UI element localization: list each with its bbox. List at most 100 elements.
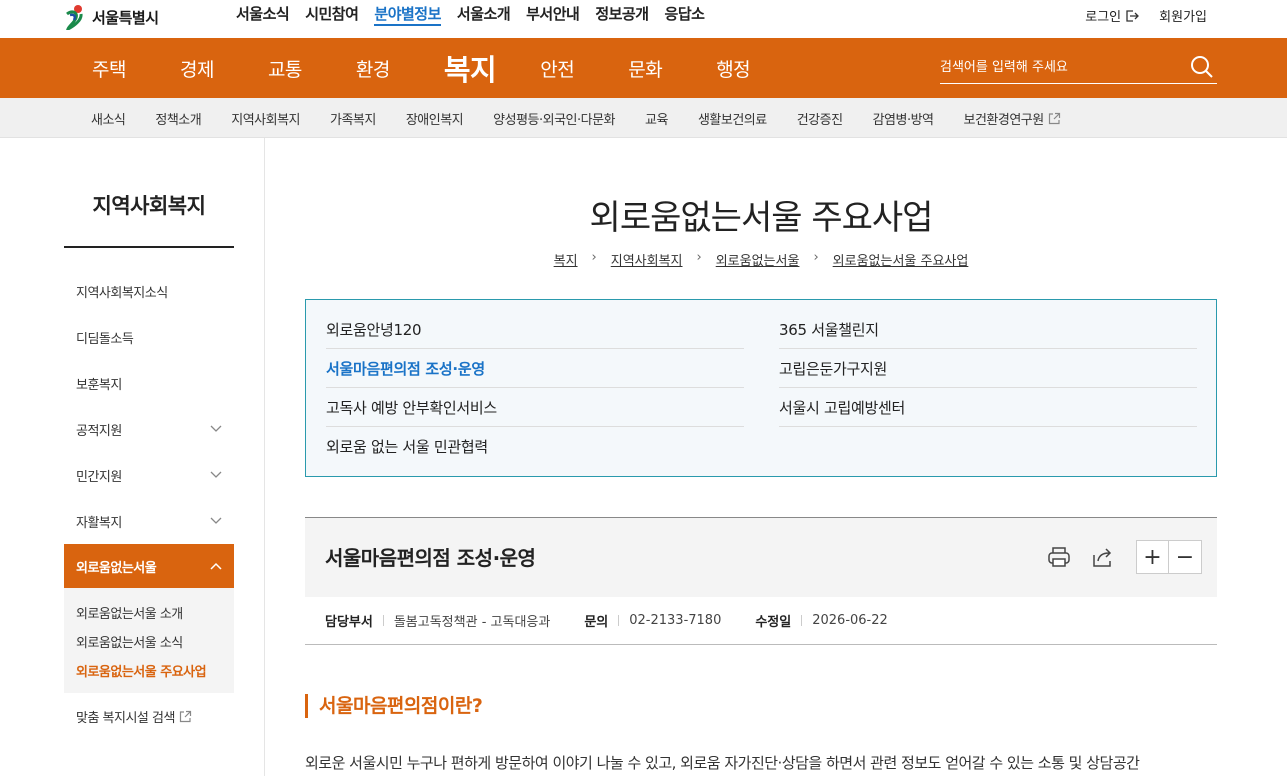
breadcrumb-main-projects[interactable]: 외로움없는서울 주요사업 [833, 250, 969, 269]
subnav-gender-equality[interactable]: 양성평등·외국인·다문화 [493, 109, 615, 128]
dept-value: 돌봄고독정책관 - 고독대응과 [393, 615, 551, 630]
side-item-label: 맞춤 복지시설 검색 [76, 710, 175, 726]
top-menu-info-disclosure[interactable]: 정보공개 [595, 4, 649, 26]
side-item-self-support[interactable]: 자활복지 [64, 498, 234, 544]
zoom-in-button[interactable]: + [1137, 541, 1169, 573]
tab-365-seoul-challenge[interactable]: 365 서울챌린지 [779, 310, 1197, 349]
top-menu: 서울소식 시민참여 분야별정보 서울소개 부서안내 정보공개 응답소 [236, 4, 720, 26]
join-link[interactable]: 회원가입 [1159, 6, 1207, 25]
top-menu-field-info[interactable]: 분야별정보 [374, 4, 441, 26]
side-item-lonely-free-seoul[interactable]: 외로움없는서울 [64, 544, 234, 588]
tab-solitary-death-prevention[interactable]: 고독사 예방 안부확인서비스 [326, 388, 744, 427]
search-box [940, 52, 1217, 84]
tab-isolated-households[interactable]: 고립은둔가구지원 [779, 349, 1197, 388]
search-icon[interactable] [1189, 54, 1215, 84]
side-item-label: 자활복지 [76, 515, 122, 531]
tab-maeum-convenience-store[interactable]: 서울마음편의점 조성·운영 [326, 349, 744, 388]
tab-lonely-hello-120[interactable]: 외로움안녕120 [326, 310, 744, 349]
meta-divider [382, 615, 384, 626]
breadcrumb-community-welfare[interactable]: 지역사회복지 [611, 250, 683, 269]
top-menu-seoul-news[interactable]: 서울소식 [236, 4, 290, 26]
side-item-label: 민간지원 [76, 469, 122, 485]
side-item-private-support[interactable]: 민간지원 [64, 452, 234, 498]
side-sub-news[interactable]: 외로움없는서울 소식 [76, 627, 222, 656]
print-icon[interactable] [1044, 541, 1074, 573]
seoul-logo-icon [66, 5, 83, 30]
breadcrumb-separator-icon: › [813, 250, 819, 265]
project-tab-box: 외로움안녕120 서울마음편의점 조성·운영 고독사 예방 안부확인서비스 외로… [305, 299, 1217, 477]
page-title: 외로움없는서울 주요사업 [589, 198, 934, 238]
chevron-down-icon [210, 471, 222, 478]
subnav-research-institute[interactable]: 보건환경연구원 [964, 109, 1061, 128]
top-menu-citizen[interactable]: 시민참여 [305, 4, 359, 26]
meta-divider [801, 615, 803, 626]
side-sub-intro[interactable]: 외로움없는서울 소개 [76, 598, 222, 627]
utility-menu: 로그인 회원가입 [1085, 6, 1207, 25]
breadcrumb-lonely-free-seoul[interactable]: 외로움없는서울 [716, 250, 800, 269]
nav-culture[interactable]: 문화 [628, 55, 662, 82]
side-item-veterans[interactable]: 보훈복지 [64, 360, 234, 406]
article-header: 서울마음편의점 조성·운영 + − [305, 517, 1217, 597]
tab-isolation-prevention-center[interactable]: 서울시 고립예방센터 [779, 388, 1197, 427]
side-item-community-news[interactable]: 지역사회복지소식 [64, 268, 234, 314]
seoul-logo[interactable]: 서울특별시 [64, 2, 159, 32]
side-item-label: 보훈복지 [76, 377, 122, 393]
login-link[interactable]: 로그인 [1085, 6, 1140, 25]
updated-value: 2026-06-22 [812, 613, 888, 628]
nav-economy[interactable]: 경제 [180, 55, 214, 82]
nav-environment[interactable]: 환경 [356, 55, 390, 82]
updated-label: 수정일 [755, 615, 792, 630]
top-menu-about[interactable]: 서울소개 [457, 4, 511, 26]
dept-label: 담당부서 [325, 615, 373, 630]
subnav-policy[interactable]: 정책소개 [155, 109, 201, 128]
breadcrumb-welfare[interactable]: 복지 [554, 250, 578, 269]
meta-divider [618, 615, 620, 626]
nav-traffic[interactable]: 교통 [268, 55, 302, 82]
subnav-health-medical[interactable]: 생활보건의료 [698, 109, 767, 128]
article-title: 서울마음편의점 조성·운영 [325, 546, 536, 570]
chevron-down-icon [210, 517, 222, 524]
side-item-facility-search[interactable]: 맞춤 복지시설 검색 [64, 693, 234, 739]
nav-welfare[interactable]: 복지 [444, 47, 497, 89]
side-item-label: 외로움없는서울 [76, 560, 157, 576]
subnav-news[interactable]: 새소식 [91, 109, 126, 128]
side-item-public-support[interactable]: 공적지원 [64, 406, 234, 452]
top-menu-departments[interactable]: 부서안내 [526, 4, 580, 26]
top-menu-eungdapso[interactable]: 응답소 [665, 4, 705, 26]
font-zoom-controls: + − [1136, 540, 1202, 574]
zoom-out-button[interactable]: − [1169, 541, 1201, 573]
nav-administration[interactable]: 행정 [716, 55, 750, 82]
nav-housing[interactable]: 주택 [92, 55, 126, 82]
side-item-label: 공적지원 [76, 423, 122, 439]
side-menu: 지역사회복지 지역사회복지소식 디딤돌소득 보훈복지 공적지원 민간지원 자활복… [0, 138, 265, 776]
section-heading: 서울마음편의점이란? [305, 694, 483, 718]
subnav-disability-welfare[interactable]: 장애인복지 [406, 109, 464, 128]
chevron-down-icon [210, 425, 222, 432]
breadcrumb: 복지 › 지역사회복지 › 외로움없는서울 › 외로움없는서울 주요사업 [305, 250, 1217, 269]
breadcrumb-separator-icon: › [696, 250, 702, 265]
chevron-up-icon [210, 562, 222, 570]
external-link-icon [179, 710, 192, 722]
main-nav: 주택 경제 교통 환경 복지 안전 문화 행정 [0, 38, 1287, 98]
side-menu-divider [64, 246, 234, 248]
side-sub-main-projects[interactable]: 외로움없는서울 주요사업 [76, 656, 222, 685]
search-input[interactable] [940, 52, 1170, 82]
side-item-didimdol[interactable]: 디딤돌소득 [64, 314, 234, 360]
sub-nav: 새소식 정책소개 지역사회복지 가족복지 장애인복지 양성평등·외국인·다문화 … [0, 98, 1287, 138]
login-label: 로그인 [1085, 10, 1122, 25]
subnav-community-welfare[interactable]: 지역사회복지 [231, 109, 300, 128]
side-submenu: 외로움없는서울 소개 외로움없는서울 소식 외로움없는서울 주요사업 [64, 588, 234, 693]
subnav-research-institute-label: 보건환경연구원 [963, 112, 1045, 128]
contact-label: 문의 [584, 615, 609, 630]
nav-safety[interactable]: 안전 [540, 55, 574, 82]
subnav-education[interactable]: 교육 [645, 109, 668, 128]
subnav-health-promotion[interactable]: 건강증진 [797, 109, 843, 128]
subnav-infectious-disease[interactable]: 감염병·방역 [873, 109, 934, 128]
breadcrumb-separator-icon: › [591, 250, 597, 265]
external-link-icon [1048, 112, 1060, 124]
tab-public-private-cooperation[interactable]: 외로움 없는 서울 민관협력 [326, 427, 744, 466]
share-icon[interactable] [1088, 541, 1118, 573]
login-icon [1126, 9, 1140, 22]
contact-value: 02-2133-7180 [629, 613, 722, 628]
subnav-family-welfare[interactable]: 가족복지 [330, 109, 376, 128]
